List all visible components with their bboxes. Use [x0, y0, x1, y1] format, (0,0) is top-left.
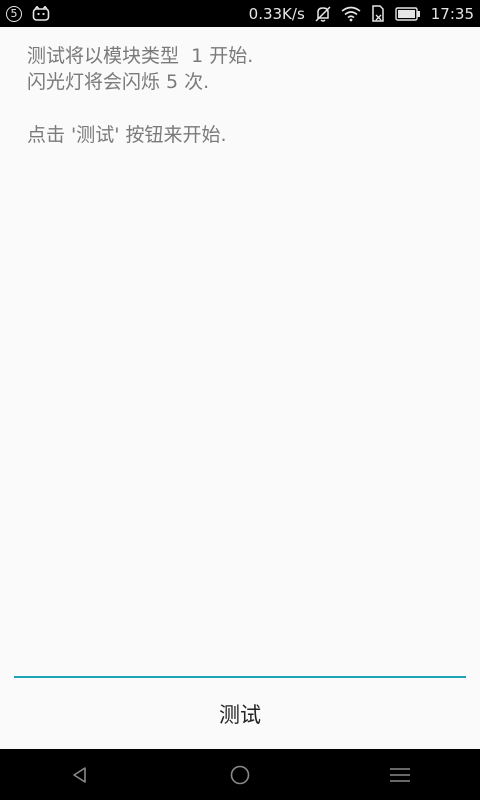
clock: 17:35 — [430, 4, 474, 23]
menu-button[interactable] — [320, 749, 480, 800]
back-icon — [71, 766, 89, 784]
home-button[interactable] — [160, 749, 320, 800]
app-notification-icon — [32, 5, 50, 22]
menu-icon — [389, 767, 411, 783]
notification-count-icon: 5 — [6, 5, 22, 22]
back-button[interactable] — [0, 749, 160, 800]
instruction-line-module-type: 测试将以模块类型 1 开始. — [27, 45, 254, 67]
screen: 5 0.33K/s 17:35 测试将以模块类型 1 开始. 闪光灯将会闪烁 5… — [0, 0, 480, 800]
home-icon — [229, 764, 251, 786]
status-bar-left: 5 — [0, 5, 50, 22]
notification-count: 5 — [10, 7, 18, 20]
wifi-icon — [341, 6, 361, 22]
status-bar: 5 0.33K/s 17:35 — [0, 0, 480, 27]
battery-icon — [395, 6, 421, 21]
test-button[interactable]: 测试 — [0, 678, 480, 749]
navigation-bar — [0, 749, 480, 800]
sim-icon — [371, 5, 385, 22]
instruction-line-flash-count: 闪光灯将会闪烁 5 次. — [27, 71, 210, 93]
net-speed: 0.33K/s — [248, 4, 305, 23]
test-button-label: 测试 — [219, 702, 261, 727]
status-bar-right: 0.33K/s 17:35 — [249, 5, 480, 23]
instruction-line-press-test: 点击 '测试' 按钮来开始. — [27, 124, 227, 146]
mute-icon — [315, 5, 331, 23]
instructions-panel: 测试将以模块类型 1 开始. 闪光灯将会闪烁 5 次. 点击 '测试' 按钮来开… — [0, 27, 480, 676]
